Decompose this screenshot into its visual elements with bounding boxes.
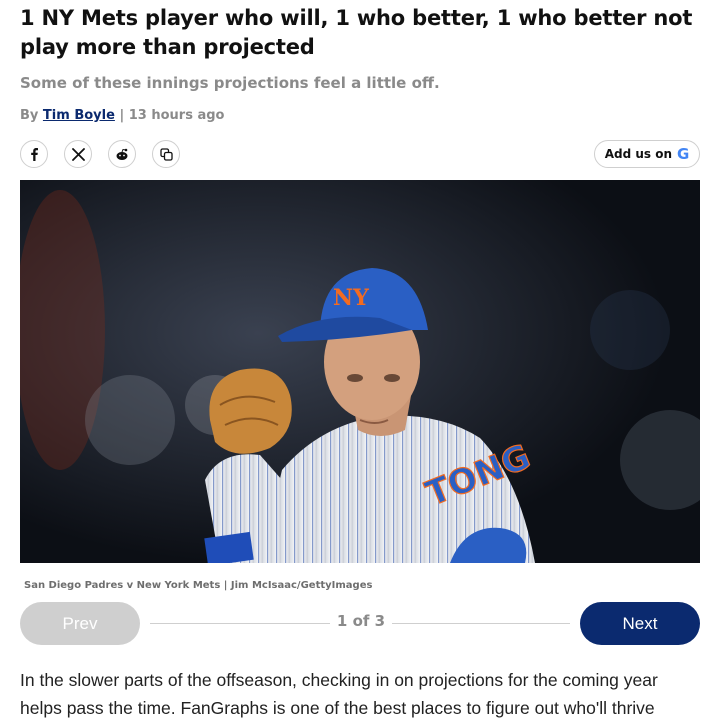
- prev-button[interactable]: Prev: [20, 602, 140, 645]
- page-counter: 1 of 3: [336, 612, 386, 630]
- byline-prefix: By: [20, 108, 39, 123]
- article-headline: 1 NY Mets player who will, 1 who better,…: [20, 6, 693, 59]
- google-icon: G: [676, 145, 690, 163]
- hero-image: NY TONG: [20, 180, 700, 563]
- facebook-share-button[interactable]: [20, 140, 48, 168]
- pager-divider-left: [150, 623, 330, 624]
- add-us-on-google-button[interactable]: Add us on G: [594, 140, 700, 168]
- publish-time: 13 hours ago: [128, 108, 225, 123]
- pager-divider-right: [392, 623, 570, 624]
- share-buttons: [20, 140, 180, 168]
- x-icon: [71, 147, 85, 161]
- x-share-button[interactable]: [64, 140, 92, 168]
- add-us-label: Add us on: [604, 147, 672, 161]
- image-caption: San Diego Padres v New York Mets | Jim M…: [24, 580, 373, 591]
- byline: By Tim Boyle | 13 hours ago: [20, 108, 224, 123]
- copy-link-icon: [159, 147, 173, 161]
- facebook-icon: [28, 147, 40, 161]
- gallery-pager: Prev 1 of 3 Next: [20, 602, 700, 645]
- svg-text:NY: NY: [333, 285, 369, 311]
- byline-separator: |: [119, 108, 125, 123]
- reddit-icon: [115, 148, 129, 161]
- article-subhead: Some of these innings projections feel a…: [20, 74, 440, 92]
- article-body-paragraph: In the slower parts of the offseason, ch…: [20, 670, 658, 718]
- next-button[interactable]: Next: [580, 602, 700, 645]
- author-link[interactable]: Tim Boyle: [43, 108, 115, 123]
- copy-link-button[interactable]: [152, 140, 180, 168]
- reddit-share-button[interactable]: [108, 140, 136, 168]
